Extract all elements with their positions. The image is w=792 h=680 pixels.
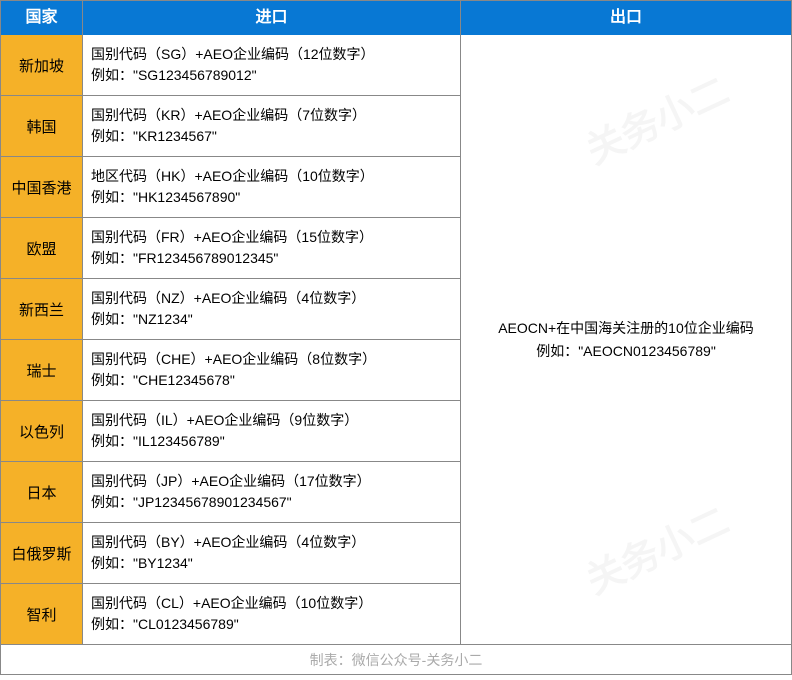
country-cell: 韩国 bbox=[1, 96, 83, 156]
table-row: 新加坡 国别代码（SG）+AEO企业编码（12位数字） 例如："SG123456… bbox=[1, 35, 461, 96]
import-format: 国别代码（BY）+AEO企业编码（4位数字） bbox=[91, 532, 452, 553]
import-format: 地区代码（HK）+AEO企业编码（10位数字） bbox=[91, 166, 452, 187]
import-format: 国别代码（FR）+AEO企业编码（15位数字） bbox=[91, 227, 452, 248]
import-cell: 国别代码（IL）+AEO企业编码（9位数字） 例如："IL123456789" bbox=[83, 401, 461, 461]
table-row: 智利 国别代码（CL）+AEO企业编码（10位数字） 例如："CL0123456… bbox=[1, 584, 461, 644]
country-import-columns: 新加坡 国别代码（SG）+AEO企业编码（12位数字） 例如："SG123456… bbox=[1, 35, 461, 644]
export-format: AEOCN+在中国海关注册的10位企业编码 bbox=[498, 317, 754, 339]
table-header-row: 国家 进口 出口 bbox=[1, 1, 791, 35]
import-cell: 国别代码（KR）+AEO企业编码（7位数字） 例如："KR1234567" bbox=[83, 96, 461, 156]
table-footer: 制表：微信公众号-关务小二 bbox=[1, 644, 791, 674]
import-format: 国别代码（CHE）+AEO企业编码（8位数字） bbox=[91, 349, 452, 370]
table-row: 白俄罗斯 国别代码（BY）+AEO企业编码（4位数字） 例如："BY1234" bbox=[1, 523, 461, 584]
import-example: 例如："CL0123456789" bbox=[91, 614, 452, 635]
import-cell: 国别代码（CHE）+AEO企业编码（8位数字） 例如："CHE12345678" bbox=[83, 340, 461, 400]
import-example: 例如："NZ1234" bbox=[91, 309, 452, 330]
country-cell: 白俄罗斯 bbox=[1, 523, 83, 583]
header-export: 出口 bbox=[461, 1, 791, 35]
import-cell: 国别代码（NZ）+AEO企业编码（4位数字） 例如："NZ1234" bbox=[83, 279, 461, 339]
table-row: 以色列 国别代码（IL）+AEO企业编码（9位数字） 例如："IL1234567… bbox=[1, 401, 461, 462]
import-example: 例如："FR123456789012345" bbox=[91, 248, 452, 269]
import-format: 国别代码（KR）+AEO企业编码（7位数字） bbox=[91, 105, 452, 126]
header-country: 国家 bbox=[1, 1, 83, 35]
import-example: 例如："IL123456789" bbox=[91, 431, 452, 452]
import-cell: 国别代码（SG）+AEO企业编码（12位数字） 例如："SG1234567890… bbox=[83, 35, 461, 95]
country-cell: 新西兰 bbox=[1, 279, 83, 339]
country-cell: 中国香港 bbox=[1, 157, 83, 217]
import-format: 国别代码（JP）+AEO企业编码（17位数字） bbox=[91, 471, 452, 492]
aeo-code-table: 国家 进口 出口 新加坡 国别代码（SG）+AEO企业编码（12位数字） 例如：… bbox=[0, 0, 792, 675]
import-example: 例如："KR1234567" bbox=[91, 126, 452, 147]
table-body: 新加坡 国别代码（SG）+AEO企业编码（12位数字） 例如："SG123456… bbox=[1, 35, 791, 644]
import-example: 例如："JP12345678901234567" bbox=[91, 492, 452, 513]
import-format: 国别代码（NZ）+AEO企业编码（4位数字） bbox=[91, 288, 452, 309]
country-cell: 智利 bbox=[1, 584, 83, 644]
import-example: 例如："BY1234" bbox=[91, 553, 452, 574]
country-cell: 欧盟 bbox=[1, 218, 83, 278]
import-format: 国别代码（SG）+AEO企业编码（12位数字） bbox=[91, 44, 452, 65]
import-cell: 国别代码（BY）+AEO企业编码（4位数字） 例如："BY1234" bbox=[83, 523, 461, 583]
country-cell: 日本 bbox=[1, 462, 83, 522]
table-row: 日本 国别代码（JP）+AEO企业编码（17位数字） 例如："JP1234567… bbox=[1, 462, 461, 523]
table-row: 韩国 国别代码（KR）+AEO企业编码（7位数字） 例如："KR1234567" bbox=[1, 96, 461, 157]
import-cell: 国别代码（JP）+AEO企业编码（17位数字） 例如："JP1234567890… bbox=[83, 462, 461, 522]
country-cell: 瑞士 bbox=[1, 340, 83, 400]
country-cell: 新加坡 bbox=[1, 35, 83, 95]
country-cell: 以色列 bbox=[1, 401, 83, 461]
import-example: 例如："CHE12345678" bbox=[91, 370, 452, 391]
table-row: 欧盟 国别代码（FR）+AEO企业编码（15位数字） 例如："FR1234567… bbox=[1, 218, 461, 279]
import-cell: 国别代码（CL）+AEO企业编码（10位数字） 例如："CL0123456789… bbox=[83, 584, 461, 644]
table-row: 瑞士 国别代码（CHE）+AEO企业编码（8位数字） 例如："CHE123456… bbox=[1, 340, 461, 401]
header-import: 进口 bbox=[83, 1, 461, 35]
import-format: 国别代码（CL）+AEO企业编码（10位数字） bbox=[91, 593, 452, 614]
import-example: 例如："HK1234567890" bbox=[91, 187, 452, 208]
export-example: 例如："AEOCN0123456789" bbox=[536, 340, 716, 362]
import-format: 国别代码（IL）+AEO企业编码（9位数字） bbox=[91, 410, 452, 431]
table-row: 新西兰 国别代码（NZ）+AEO企业编码（4位数字） 例如："NZ1234" bbox=[1, 279, 461, 340]
import-cell: 国别代码（FR）+AEO企业编码（15位数字） 例如："FR1234567890… bbox=[83, 218, 461, 278]
export-merged-cell: AEOCN+在中国海关注册的10位企业编码 例如："AEOCN012345678… bbox=[461, 35, 791, 644]
import-cell: 地区代码（HK）+AEO企业编码（10位数字） 例如："HK1234567890… bbox=[83, 157, 461, 217]
table-row: 中国香港 地区代码（HK）+AEO企业编码（10位数字） 例如："HK12345… bbox=[1, 157, 461, 218]
import-example: 例如："SG123456789012" bbox=[91, 65, 452, 86]
